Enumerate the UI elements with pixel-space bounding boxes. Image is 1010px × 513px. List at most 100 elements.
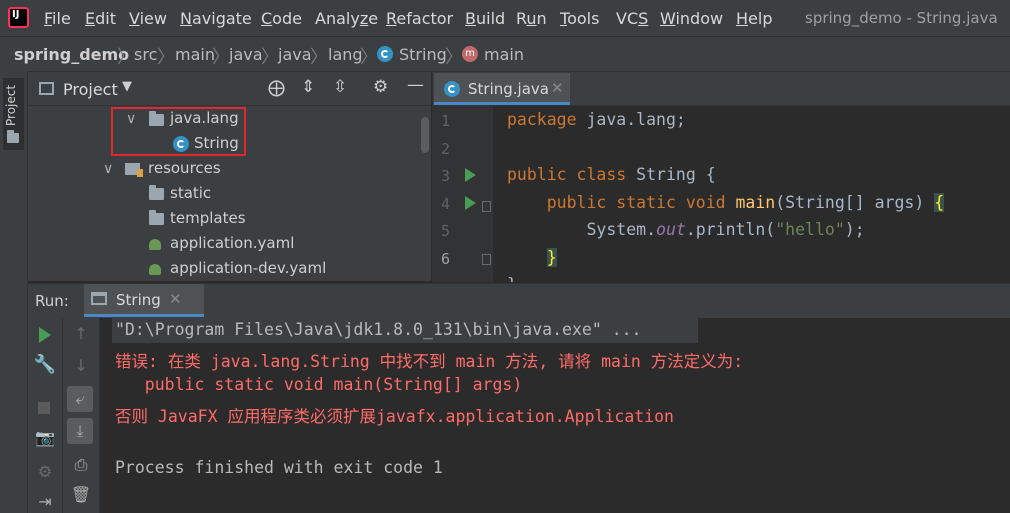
project-tree-scrollbar[interactable] (421, 117, 429, 153)
tree-item-resources[interactable]: resources (148, 159, 221, 177)
trash-icon[interactable]: 🗑 (69, 485, 93, 504)
project-tool-window-button[interactable]: Project (3, 78, 24, 150)
run-gutter-icon[interactable] (465, 196, 476, 210)
menu-view[interactable]: View (129, 9, 167, 28)
chevron-down-icon[interactable]: ▼ (122, 79, 132, 94)
exit-icon[interactable]: ⇥ (33, 492, 57, 511)
editor-tab-label: String.java (468, 80, 549, 98)
line-number: 1 (441, 112, 451, 130)
soft-wrap-button[interactable]: ⤶ (67, 386, 93, 412)
menu-help[interactable]: Help (736, 9, 772, 28)
menu-refactor[interactable]: Refactor (386, 9, 453, 28)
line-number: 5 (441, 222, 451, 240)
run-gutter-icon[interactable] (465, 168, 476, 182)
arrow-up-icon[interactable]: ↑ (69, 324, 93, 343)
menu-code[interactable]: Code (261, 9, 302, 28)
breadcrumb-main[interactable]: main (175, 45, 215, 64)
gear-icon[interactable]: ⚙ (373, 77, 388, 97)
code-editor[interactable]: package java.lang; public class String {… (493, 106, 1010, 282)
chevron-right-icon: 〉 (310, 47, 328, 68)
code-line-3: public class String { (507, 165, 716, 184)
editor-gutter: 1 2 3 4 5 6 (432, 106, 493, 282)
console-line: Process finished with exit code 1 (115, 458, 443, 477)
method-icon: m (462, 46, 478, 62)
menu-vcs[interactable]: VCS (616, 9, 648, 28)
run-label: Run: (35, 292, 69, 310)
breadcrumb-lang[interactable]: lang (328, 45, 363, 64)
chevron-right-icon: 〉 (261, 47, 279, 68)
code-line-6: } (546, 248, 557, 267)
menu-run[interactable]: Run (516, 9, 547, 28)
breadcrumb: spring_demo 〉 src 〉 main 〉 java 〉 java 〉… (0, 36, 1010, 72)
menu-file[interactable]: File (44, 9, 71, 28)
run-toolbar-primary: 🔧 📷 ⚙ ⇥ (28, 318, 63, 513)
tree-item-templates[interactable]: templates (170, 209, 246, 227)
breadcrumb-src[interactable]: src (134, 45, 157, 64)
fold-icon[interactable] (482, 254, 491, 265)
intellij-logo-icon: IJ (8, 7, 29, 28)
resources-folder-icon (125, 163, 143, 177)
tree-item-static[interactable]: static (170, 184, 211, 202)
project-panel-title[interactable]: Project (63, 80, 118, 99)
menu-edit[interactable]: Edit (85, 9, 116, 28)
menu-navigate[interactable]: Navigate (180, 9, 252, 28)
menu-tools[interactable]: Tools (560, 9, 599, 28)
chevron-down-icon[interactable]: ∨ (103, 161, 113, 177)
folder-icon (149, 185, 164, 200)
breadcrumb-string[interactable]: String (399, 45, 447, 64)
code-line-5: System.out.println("hello"); (507, 220, 865, 239)
menu-analyze[interactable]: Analyze (315, 9, 378, 28)
run-tab-label: String (116, 291, 161, 309)
menu-bar: IJ File Edit View Navigate Code Analyze … (0, 0, 1010, 36)
tree-item-application-yaml[interactable]: application.yaml (170, 234, 294, 252)
spring-yaml-icon (149, 261, 165, 275)
code-line-7: } (507, 275, 517, 282)
editor-tab-string-java[interactable]: String.java ✕ (434, 73, 570, 105)
console-icon (91, 292, 107, 305)
console-line: public static void main(String[] args) (115, 375, 523, 394)
chevron-right-icon: 〉 (117, 47, 135, 68)
chevron-right-icon: 〉 (445, 47, 463, 68)
fold-icon[interactable] (482, 201, 491, 212)
folder-icon (149, 210, 164, 225)
chevron-right-icon: 〉 (212, 47, 230, 68)
scroll-to-end-icon: ⤓ (76, 421, 84, 440)
stop-icon[interactable] (38, 402, 50, 414)
close-tab-icon[interactable]: ✕ (169, 290, 182, 308)
code-line-1: package java.lang; (507, 110, 686, 129)
print-icon[interactable]: ⎙ (69, 455, 93, 475)
scroll-to-end-button[interactable]: ⤓ (67, 418, 93, 444)
collapse-all-icon[interactable]: ⇳ (333, 77, 347, 97)
close-tab-icon[interactable]: ✕ (551, 79, 564, 97)
spring-yaml-icon (149, 236, 165, 250)
console-line: 否则 JavaFX 应用程序类必须扩展javafx.application.Ap… (115, 407, 674, 426)
project-view-icon (39, 82, 54, 95)
menu-window[interactable]: Window (660, 9, 723, 28)
console-line: "D:\Program Files\Java\jdk1.8.0_131\bin\… (115, 320, 642, 339)
console-line: 错误: 在类 java.lang.String 中找不到 main 方法, 请将… (115, 352, 744, 371)
class-icon (444, 81, 460, 97)
window-title: spring_demo - String.java (805, 9, 998, 27)
wrench-icon[interactable]: 🔧 (33, 354, 57, 375)
soft-wrap-icon: ⤶ (75, 389, 85, 408)
camera-icon[interactable]: 📷 (33, 428, 57, 447)
code-line-4: public static void main(String[] args) { (546, 193, 945, 212)
rerun-icon[interactable] (39, 327, 51, 343)
settings-icon[interactable]: ⚙ (33, 462, 57, 481)
breadcrumb-project[interactable]: spring_demo (14, 45, 129, 64)
breadcrumb-method-main[interactable]: main (484, 45, 524, 64)
line-number: 2 (441, 140, 451, 158)
arrow-down-icon[interactable]: ↓ (69, 356, 93, 375)
project-panel-header: Project ▼ ⨁ ⇕ ⇳ ⚙ — (28, 72, 431, 106)
menu-build[interactable]: Build (465, 9, 505, 28)
tree-item-application-dev-yaml[interactable]: application-dev.yaml (170, 259, 326, 277)
breadcrumb-java-package[interactable]: java (278, 45, 312, 64)
minimize-icon[interactable]: — (407, 75, 424, 95)
project-stripe-label: Project (4, 84, 18, 126)
expand-all-icon[interactable]: ⇕ (301, 77, 315, 97)
locate-crosshair-icon[interactable]: ⨁ (268, 78, 285, 98)
run-tab-string[interactable]: String ✕ (84, 284, 204, 317)
breadcrumb-java[interactable]: java (229, 45, 263, 64)
line-number: 6 (441, 250, 451, 268)
class-icon (377, 46, 393, 62)
